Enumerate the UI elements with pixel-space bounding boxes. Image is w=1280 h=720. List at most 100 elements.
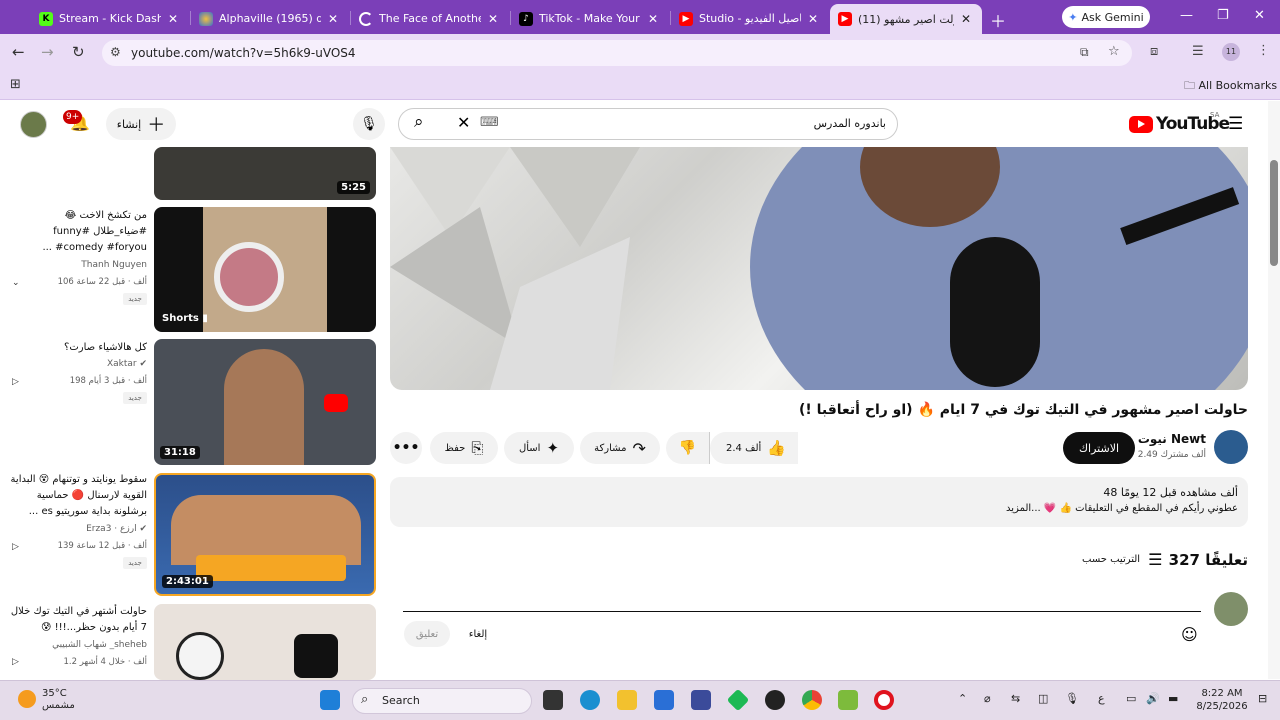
file-explorer-icon[interactable] [617,690,637,710]
related-meta: 198 ألف · قبل 3 أيام [69,376,147,386]
channel-avatar[interactable] [1214,430,1248,464]
minimize-button[interactable]: — [1180,8,1193,23]
reading-list-icon[interactable]: ☰ [1192,44,1204,59]
related-thumbnail[interactable]: Shorts ▮ [154,207,376,332]
video-player[interactable] [390,147,1248,390]
close-tab-icon[interactable]: ✕ [485,12,501,26]
save-button[interactable]: حفظ ⎘ [430,432,498,464]
ask-gemini-button[interactable]: ✦ Ask Gemini [1062,6,1150,28]
volume-icon[interactable]: 🔊 [1146,692,1160,705]
related-thumbnail[interactable]: 31:18 [154,339,376,465]
related-thumbnail[interactable] [154,604,376,680]
related-title[interactable]: كل هالاشياء صارت؟ [10,340,147,356]
subscribe-button[interactable]: الاشتراك [1063,432,1135,464]
tray-icon[interactable]: ⇆ [1011,692,1020,705]
related-channel[interactable]: Thanh Nguyen [10,260,147,270]
close-window-button[interactable]: ✕ [1254,8,1265,23]
tab-kick[interactable]: K Stream - Kick Dashboa ✕ [31,5,189,32]
reload-button[interactable]: ↻ [72,43,85,61]
close-tab-icon[interactable]: ✕ [165,12,181,26]
battery-icon[interactable]: ▬ [1168,692,1178,705]
start-icon[interactable] [320,690,340,710]
apps-grid-icon[interactable]: ⊞ [10,77,21,92]
app-icon[interactable] [691,690,711,710]
related-title[interactable]: سقوط يونايتد و توتنهام 😵 البداية القوية … [10,472,147,520]
store-icon[interactable] [654,690,674,710]
all-bookmarks-button[interactable]: 🗀 All Bookmarks [1184,77,1277,96]
more-actions-button[interactable]: ••• [390,432,422,464]
tray-icon[interactable]: ⌀ [984,692,991,705]
profile-icon[interactable]: 11 [1222,43,1240,61]
new-tab-button[interactable]: ＋ [990,8,1006,32]
chrome-icon[interactable] [802,690,822,710]
site-info-icon[interactable]: ⚙ [110,45,121,59]
play-next-icon[interactable]: ▷ [12,377,19,387]
scrollbar-thumb[interactable] [1270,160,1278,266]
obs-icon[interactable] [765,690,785,710]
more-menu-icon[interactable]: ⋮ [1257,43,1270,58]
weather-widget[interactable]: 35°C مشمس [42,688,75,712]
play-next-icon[interactable]: ▷ [12,657,19,667]
clear-search-icon[interactable]: ✕ [457,113,470,132]
share-button[interactable]: مشاركة ↷ [580,432,660,464]
related-thumbnail[interactable]: 5:25 [154,147,376,200]
tray-icon[interactable]: ◫ [1038,692,1048,705]
description-text[interactable]: عطوني رأيكم في المقطع في التعليقات 👍 💗 .… [390,503,1238,514]
account-avatar[interactable] [20,111,47,138]
tray-overflow-icon[interactable]: ⌃ [958,692,967,705]
extensions-icon[interactable]: ⧈ [1150,44,1158,59]
close-tab-icon[interactable]: ✕ [325,12,341,26]
related-title[interactable]: حاولت أشتهر في التيك توك خلال 7 أيام بدو… [10,604,147,636]
sort-comments-button[interactable]: الترتيب حسب ☰ [1082,550,1162,569]
app-icon[interactable] [838,690,858,710]
comment-input[interactable] [403,611,1201,612]
tab-alphaville[interactable]: Alphaville (1965) direc ✕ [191,5,349,32]
microphone-icon[interactable]: 🎙 [1065,692,1079,705]
maximize-button[interactable]: ❐ [1217,8,1229,23]
temperature: 35°C [42,688,67,699]
taskbar-search[interactable] [352,688,532,714]
like-button[interactable]: 2.4 ألف 👍 [710,432,798,464]
tab-tiktok[interactable]: ♪ TikTok - Make Your Da ✕ [511,5,669,32]
url-text[interactable]: youtube.com/watch?v=5h6k9-uVOS4 [131,46,356,60]
search-input[interactable]: باندوره المدرس [600,117,886,130]
description-box[interactable] [390,477,1248,527]
new-badge: جديد [123,293,147,305]
submit-comment-button[interactable]: تعليق [404,621,450,647]
close-tab-icon[interactable]: ✕ [805,12,821,26]
language-indicator[interactable]: ع [1098,692,1105,705]
guide-menu-icon[interactable]: ☰ [1228,114,1243,134]
opera-icon[interactable] [874,690,894,710]
close-tab-icon[interactable]: ✕ [645,12,661,26]
related-channel[interactable]: Xaktar ✔ [10,359,147,369]
notification-center-icon[interactable]: ⊟ [1258,692,1267,705]
create-button[interactable]: إنشاء ＋ [106,108,176,140]
voice-search-button[interactable]: 🎙 [353,108,385,140]
task-view-icon[interactable] [543,690,563,710]
related-channel[interactable]: شهاب الشبيبي _sheheb [10,640,147,650]
related-channel[interactable]: Erza3 · ارزع ✔ [10,524,147,534]
bookmark-star-icon[interactable]: ☆ [1108,44,1120,59]
clock[interactable]: 8:22 AM 8/25/2026 [1193,687,1251,713]
ask-button[interactable]: اسأل ✦ [504,432,574,464]
dislike-button[interactable]: 👎 [666,432,710,464]
display-icon[interactable]: ▭ [1126,692,1136,705]
cancel-comment-button[interactable]: إلغاء [458,621,498,647]
install-app-icon[interactable]: ⧉ [1080,45,1089,60]
emoji-icon[interactable]: ☺ [1181,625,1198,644]
related-thumbnail[interactable]: 2:43:01 [154,473,376,596]
search-icon[interactable]: ⌕ [414,112,424,132]
edge-icon[interactable] [580,690,600,710]
keyboard-icon[interactable]: ⌨ [480,115,499,130]
tab-youtube-active[interactable]: ▶ (11) حاولت اصير مشهو ✕ [830,4,982,34]
related-title[interactable]: من تكشخ الاخت 😂 #ضياء_طلال #funny #comed… [10,208,147,256]
more-vertical-icon[interactable]: ⌄ [12,278,20,288]
close-tab-icon[interactable]: ✕ [958,12,974,26]
tab-face-of-another[interactable]: The Face of Another (1 ✕ [351,5,509,32]
play-next-icon[interactable]: ▷ [12,542,19,552]
thumbs-up-icon: 👍 [767,439,786,457]
tab-studio[interactable]: ▶ Studio - تفاصيل الفيديو ✕ [671,5,829,32]
all-bookmarks-label: All Bookmarks [1198,79,1278,92]
back-button[interactable]: ← [12,43,25,61]
forward-button[interactable]: → [41,43,54,61]
